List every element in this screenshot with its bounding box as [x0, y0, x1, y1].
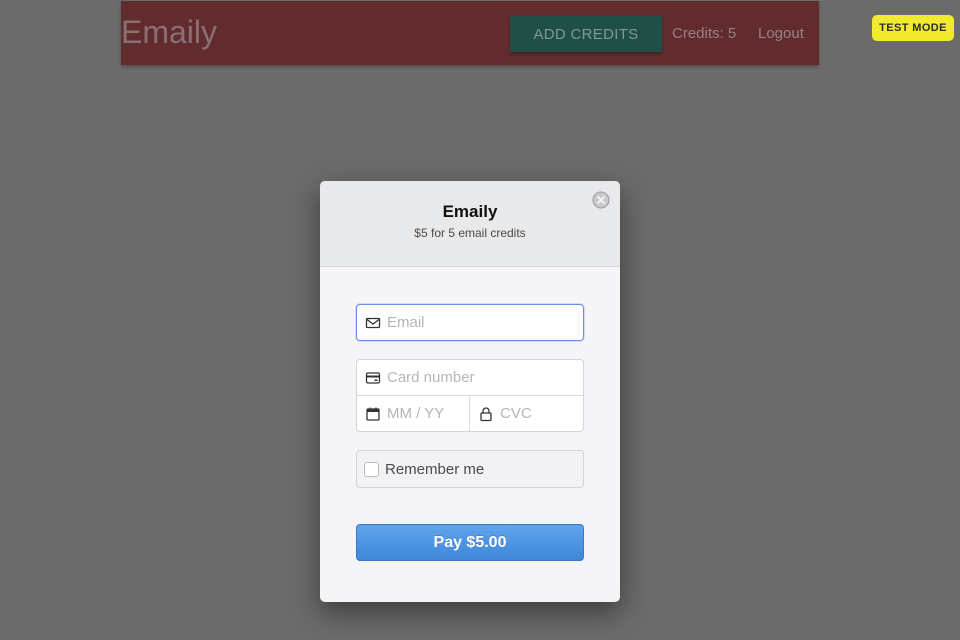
pay-button[interactable]: Pay $5.00 — [356, 524, 584, 561]
expiry-placeholder: MM / YY — [387, 405, 445, 422]
add-credits-button[interactable]: ADD CREDITS — [510, 16, 662, 52]
email-input[interactable]: Email — [356, 304, 584, 341]
card-number-placeholder: Card number — [387, 369, 475, 386]
close-button[interactable] — [592, 191, 610, 209]
test-mode-badge: TEST MODE — [872, 15, 954, 41]
lock-icon — [480, 406, 492, 421]
navbar: Emaily ADD CREDITS Credits: 5 Logout — [121, 1, 819, 65]
cvc-placeholder: CVC — [500, 405, 532, 422]
credits-count: Credits: 5 — [672, 25, 737, 42]
expiry-input[interactable]: MM / YY — [357, 396, 470, 431]
remember-me-checkbox[interactable] — [364, 461, 379, 477]
checkout-title: Emaily — [442, 202, 498, 221]
checkout-header: Emaily $5 for 5 email credits — [320, 181, 620, 267]
remember-me-option[interactable]: Remember me — [356, 450, 584, 488]
remember-me-label: Remember me — [385, 460, 485, 478]
close-icon — [592, 191, 610, 209]
card-number-input[interactable]: Card number — [357, 360, 583, 396]
checkout-subtitle: $5 for 5 email credits — [414, 226, 526, 240]
cvc-input[interactable]: CVC — [470, 396, 583, 431]
checkout-modal: Emaily $5 for 5 email credits Email Card… — [320, 181, 620, 602]
calendar-icon — [366, 407, 380, 421]
email-placeholder: Email — [387, 314, 425, 331]
brand-logo[interactable]: Emaily — [121, 14, 217, 51]
credit-card-icon — [365, 371, 381, 384]
envelope-icon — [365, 317, 381, 328]
card-details-group: Card number MM / YY CVC — [356, 359, 584, 432]
logout-link[interactable]: Logout — [758, 25, 804, 42]
